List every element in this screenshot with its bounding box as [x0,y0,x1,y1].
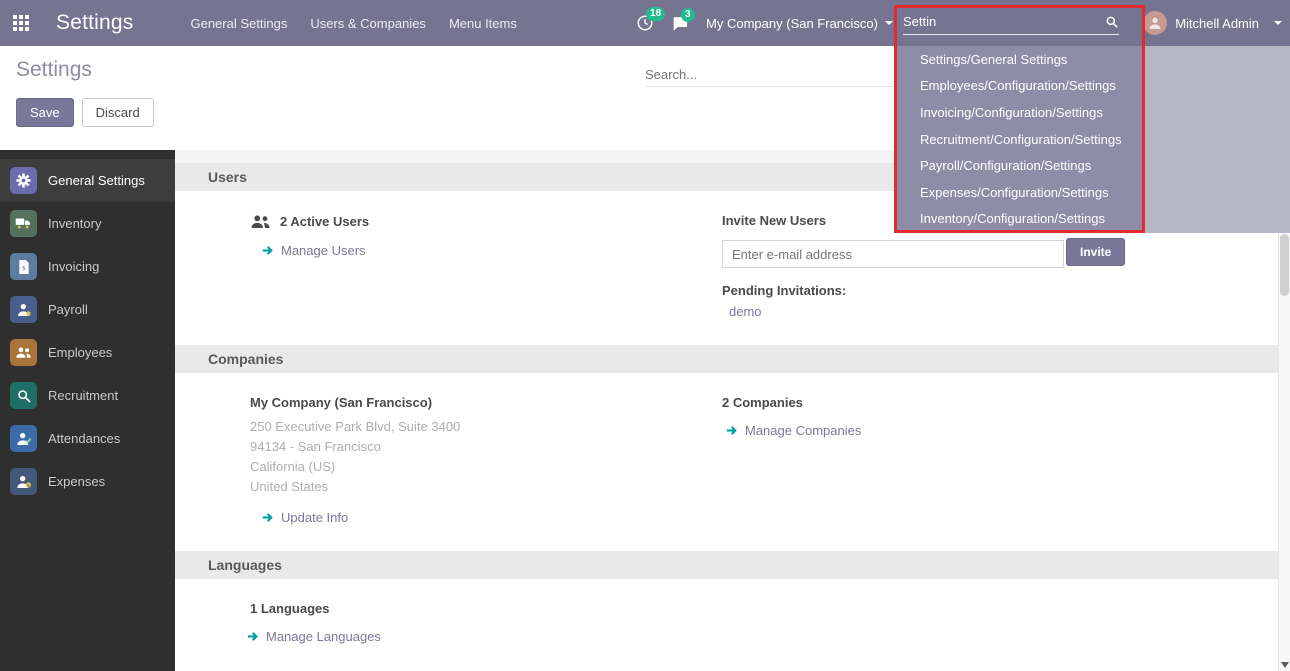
sidebar-item-employees[interactable]: Employees [0,331,175,374]
invite-email-input[interactable] [722,240,1064,268]
company-name: My Company (San Francisco) [250,395,722,410]
search-icon[interactable] [1105,15,1119,29]
page-search-input[interactable] [645,63,893,87]
manage-companies-label: Manage Companies [745,423,861,438]
section-header-companies: Companies [175,345,1278,373]
app-title: Settings [56,11,133,35]
scrollbar-down-arrow[interactable] [1281,662,1289,668]
apps-menu-icon[interactable] [13,15,29,31]
menu-menu-items[interactable]: Menu Items [449,16,517,31]
languages-count: 1 Languages [250,601,722,616]
invite-button[interactable]: Invite [1066,238,1125,266]
menu-search-suggestion[interactable]: Invoicing/Configuration/Settings [895,99,1145,126]
save-button[interactable]: Save [16,98,74,127]
sidebar-item-label: Employees [48,345,112,360]
manage-languages-label: Manage Languages [266,629,381,644]
sidebar-item-attendances[interactable]: Attendances [0,417,175,460]
section-header-languages: Languages [175,551,1278,579]
menu-search [903,9,1119,35]
menu-search-dropdown: Settings/General Settings Employees/Conf… [895,46,1145,233]
company-switcher[interactable]: My Company (San Francisco) [706,16,893,31]
menu-general-settings[interactable]: General Settings [190,16,287,31]
systray: 18 3 My Company (San Francisco) [636,0,893,46]
manage-companies-link[interactable]: Manage Companies [726,423,1278,438]
recruitment-magnifier-icon [10,382,37,409]
discard-button[interactable]: Discard [82,98,154,127]
arrow-right-icon [247,630,260,643]
attendance-check-icon [10,425,37,452]
user-menu[interactable]: Mitchell Admin [1143,0,1282,46]
dropdown-overlay [1145,46,1290,233]
activity-badge: 18 [646,7,665,21]
top-navbar: Settings General Settings Users & Compan… [0,0,1290,46]
sidebar-item-label: Payroll [48,302,88,317]
gear-icon [10,167,37,194]
arrow-right-icon [262,244,275,257]
menu-search-suggestion[interactable]: Payroll/Configuration/Settings [895,152,1145,179]
section-languages: 1 Languages Manage Languages [175,579,1278,670]
companies-count: 2 Companies [722,395,1278,410]
menu-search-suggestion[interactable]: Inventory/Configuration/Settings [895,206,1145,233]
address-line: 94134 - San Francisco [250,437,722,457]
odoo-settings-screen: Settings General Settings Users & Compan… [0,0,1290,671]
update-info-label: Update Info [281,510,348,525]
menu-search-suggestion[interactable]: Recruitment/Configuration/Settings [895,126,1145,153]
menu-users-companies[interactable]: Users & Companies [310,16,426,31]
arrow-right-icon [726,424,739,437]
menu-search-suggestion[interactable]: Expenses/Configuration/Settings [895,179,1145,206]
sidebar-item-label: General Settings [48,173,145,188]
scrollbar-thumb[interactable] [1280,234,1289,296]
vertical-scrollbar[interactable] [1278,233,1290,671]
top-menu: General Settings Users & Companies Menu … [190,16,516,31]
company-name: My Company (San Francisco) [706,16,878,31]
company-address: 250 Executive Park Blvd, Suite 3400 9413… [250,417,722,497]
arrow-right-icon [262,511,275,524]
menu-search-suggestion[interactable]: Employees/Configuration/Settings [895,73,1145,100]
activity-clock-icon[interactable]: 18 [636,14,654,32]
users-group-icon [250,213,271,230]
employees-people-icon [10,339,37,366]
sidebar-item-invoicing[interactable]: $ Invoicing [0,245,175,288]
section-companies: My Company (San Francisco) 250 Executive… [175,373,1278,551]
sidebar-item-label: Inventory [48,216,101,231]
address-line: 250 Executive Park Blvd, Suite 3400 [250,417,722,437]
messages-badge: 3 [681,8,695,22]
truck-icon [10,210,37,237]
manage-users-link[interactable]: Manage Users [262,243,722,258]
sidebar-item-general-settings[interactable]: General Settings [0,159,175,202]
user-name: Mitchell Admin [1175,16,1259,31]
settings-sidebar: General Settings Inventory $ Invoicing P… [0,150,175,671]
sidebar-item-label: Attendances [48,431,120,446]
chevron-down-icon [1274,21,1282,25]
sidebar-item-label: Invoicing [48,259,99,274]
menu-search-input[interactable] [903,14,1105,29]
active-users-line: 2 Active Users [250,213,722,230]
invite-row: Invite [722,240,1278,268]
payroll-person-icon [10,296,37,323]
sidebar-item-label: Recruitment [48,388,118,403]
menu-search-suggestion[interactable]: Settings/General Settings [895,46,1145,73]
address-line: United States [250,477,722,497]
invoice-document-icon: $ [10,253,37,280]
sidebar-item-label: Expenses [48,474,105,489]
pending-invitations-label: Pending Invitations: [722,283,1278,298]
active-users-count: 2 Active Users [280,214,369,229]
pending-user-link[interactable]: demo [729,304,1278,319]
svg-text:$: $ [22,265,26,271]
messages-bubble-icon[interactable]: 3 [671,15,689,32]
update-info-link[interactable]: Update Info [262,510,722,525]
sidebar-item-expenses[interactable]: $ Expenses [0,460,175,503]
sidebar-item-recruitment[interactable]: Recruitment [0,374,175,417]
page-search [645,63,893,87]
sidebar-item-payroll[interactable]: Payroll [0,288,175,331]
sidebar-item-inventory[interactable]: Inventory [0,202,175,245]
manage-languages-link[interactable]: Manage Languages [247,629,722,644]
svg-text:$: $ [26,482,29,488]
avatar [1143,11,1167,35]
chevron-down-icon [885,21,893,25]
expense-coin-icon: $ [10,468,37,495]
address-line: California (US) [250,457,722,477]
manage-users-label: Manage Users [281,243,366,258]
